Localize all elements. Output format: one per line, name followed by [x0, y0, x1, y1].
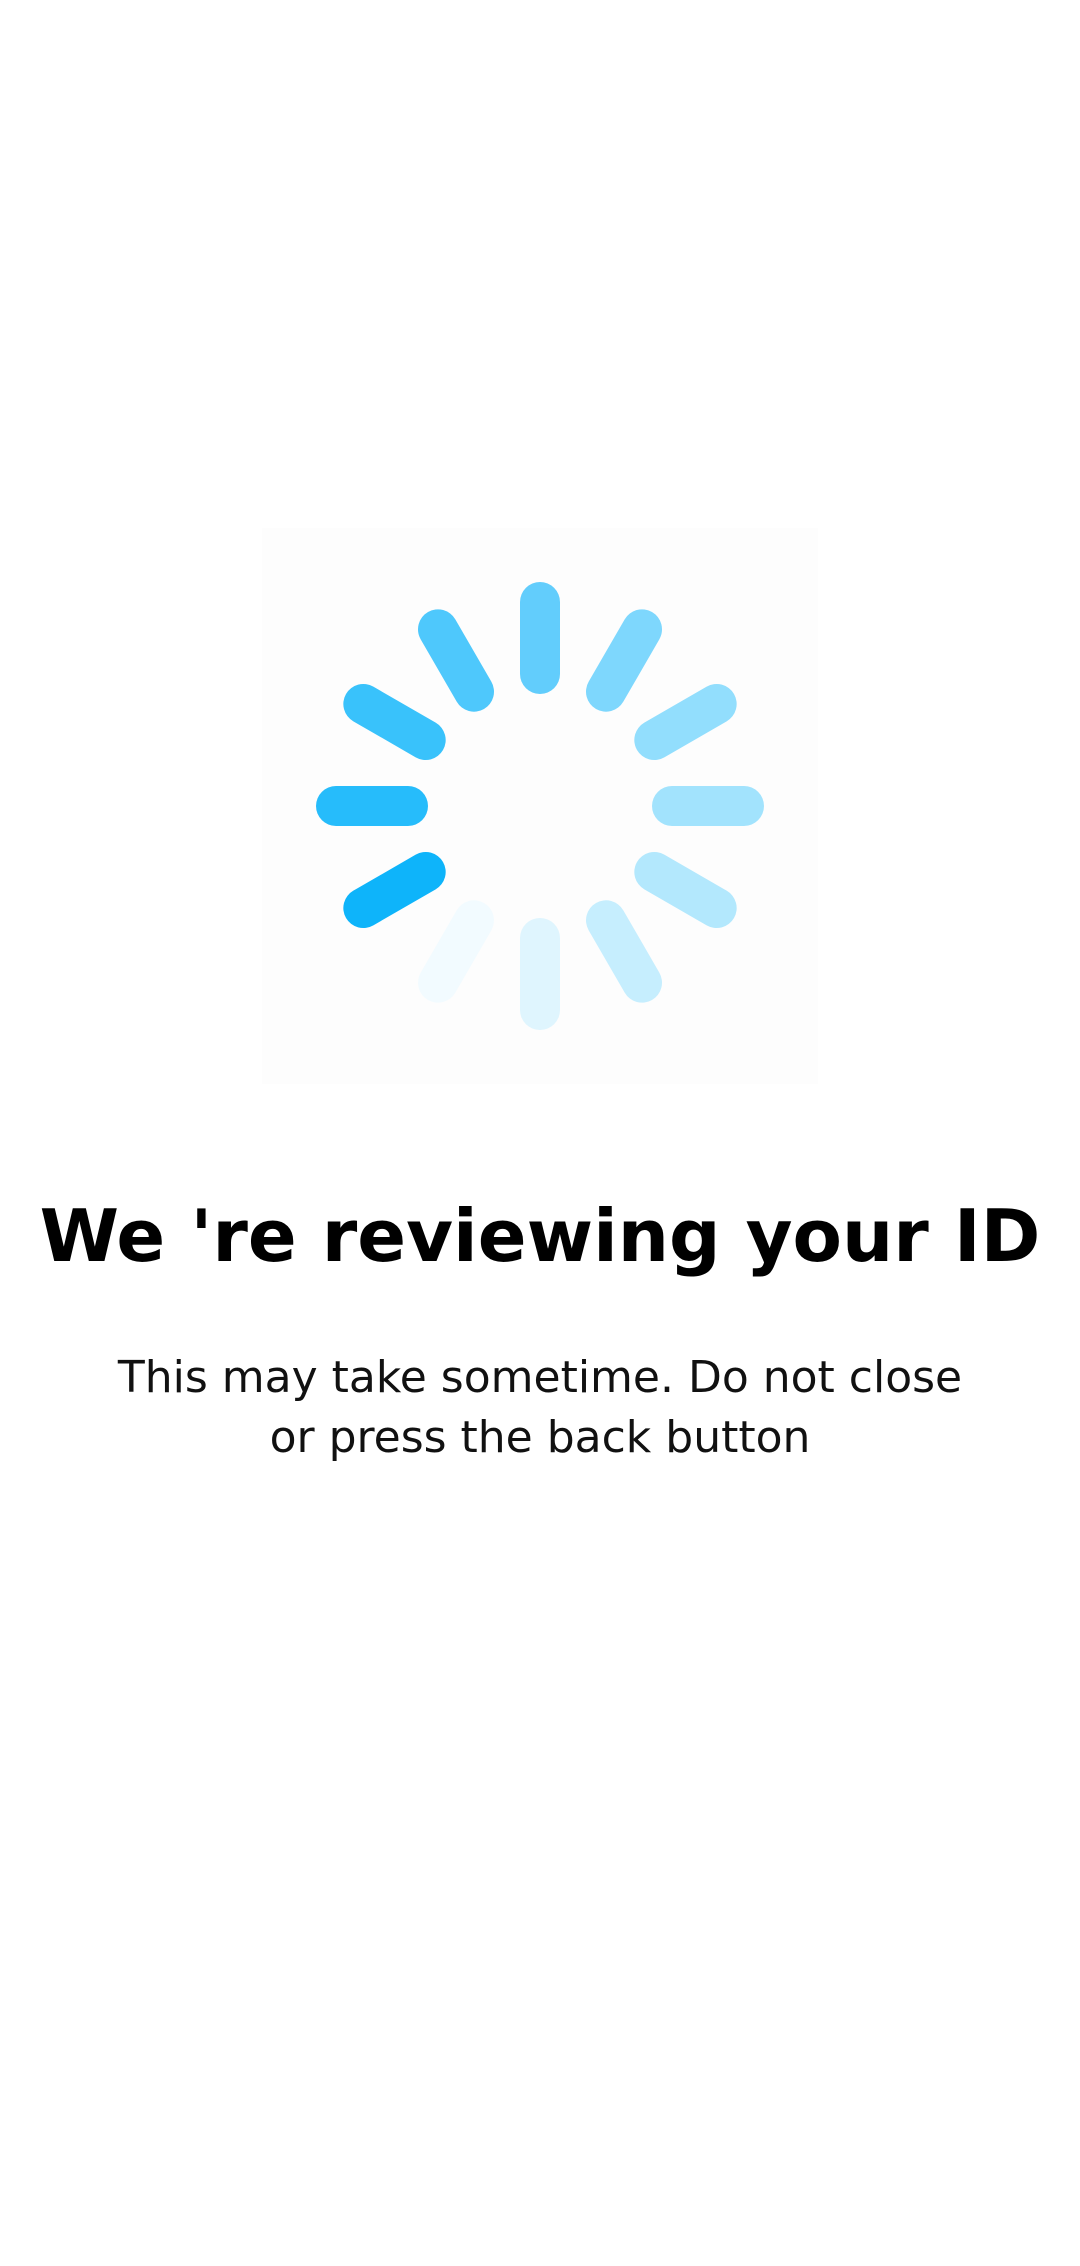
loading-spinner-icon — [262, 528, 818, 1084]
spinner-segment — [634, 852, 737, 928]
review-message: This may take sometime. Do not close or … — [117, 1352, 963, 1463]
spinner-segment — [634, 684, 737, 760]
page-title: We 're reviewing your ID — [39, 1194, 1041, 1278]
spinner-segment — [520, 582, 560, 694]
spinner-segment — [418, 900, 495, 1003]
spinner-segment — [520, 918, 560, 1030]
spinner-segment — [418, 609, 495, 712]
spinner-segment — [652, 786, 764, 826]
spinner-segment — [586, 609, 662, 712]
spinner-segment — [343, 684, 446, 760]
spinner-segment — [586, 900, 662, 1003]
id-review-screen: We 're reviewing your ID This may take s… — [0, 0, 1080, 2266]
spinner-segment — [343, 852, 446, 928]
spinner-graphic — [316, 582, 764, 1030]
spinner-segment — [316, 786, 428, 826]
